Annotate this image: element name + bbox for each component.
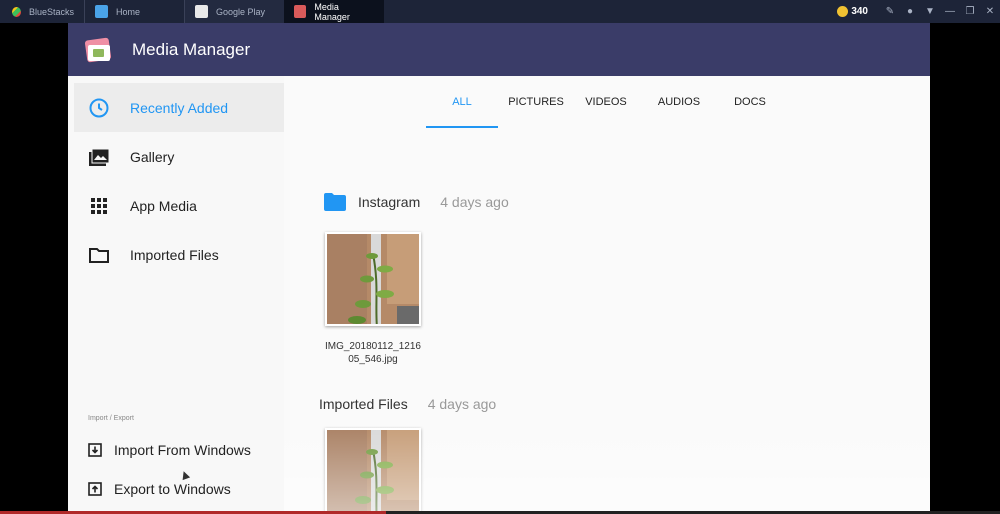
tab-all[interactable]: ALL (442, 96, 482, 108)
bluestacks-brand: BlueStacks (0, 0, 84, 23)
tab-google-play-label: Google Play (216, 6, 266, 17)
sidebar-item-label: App Media (130, 197, 197, 214)
group-date: 4 days ago (440, 194, 509, 210)
tab-home-label: Home (116, 6, 141, 17)
folder-icon (324, 193, 346, 211)
media-manager-tab-icon (294, 5, 307, 18)
home-icon (95, 5, 108, 18)
key-icon[interactable]: ✎ (880, 6, 900, 17)
gallery-icon (88, 146, 110, 168)
group-name: Instagram (358, 194, 421, 210)
sidebar: Recently Added Gallery App Media Importe… (68, 76, 284, 514)
content-area: ALL PICTURES VIDEOS AUDIOS DOCS Instagra… (284, 76, 930, 514)
app-title: Media Manager (132, 39, 251, 59)
group-header-imported-files: Imported Files 4 days ago (319, 396, 496, 412)
media-manager-app: Media Manager Recently Added Gallery App… (68, 23, 930, 514)
plant-photo (327, 430, 419, 514)
bluestacks-logo-icon (12, 6, 21, 17)
app-bar: Media Manager (68, 23, 930, 76)
minimize-button[interactable]: — (940, 6, 960, 17)
group-date: 4 days ago (427, 396, 497, 412)
grid-icon (88, 195, 110, 217)
tab-audios[interactable]: AUDIOS (654, 96, 704, 108)
menu-dropdown-icon[interactable]: ▼ (920, 6, 940, 17)
import-icon (88, 443, 102, 457)
group-header-instagram: Instagram 4 days ago (324, 193, 509, 211)
content-tabs: ALL PICTURES VIDEOS AUDIOS DOCS (284, 76, 930, 128)
sidebar-item-label: Recently Added (130, 99, 229, 116)
tab-google-play[interactable]: Google Play (184, 0, 284, 23)
group-name: Imported Files (319, 396, 408, 412)
caption-line-2: 05_546.jpg (348, 354, 398, 365)
sidebar-item-gallery[interactable]: Gallery (74, 132, 284, 181)
plant-photo (327, 234, 419, 324)
sidebar-item-app-media[interactable]: App Media (74, 181, 284, 230)
import-label: Import From Windows (114, 442, 251, 458)
thumbnail-caption: IMG_20180112_1216 05_546.jpg (313, 340, 433, 366)
tab-pictures[interactable]: PICTURES (506, 96, 566, 108)
restore-button[interactable]: ❐ (960, 6, 980, 17)
folder-icon (88, 244, 110, 266)
tab-media-manager-label: Media Manager (314, 1, 350, 22)
window-controls: 340 ✎ ● ▼ — ❐ ✕ (837, 0, 1000, 23)
tab-home[interactable]: Home (84, 0, 184, 23)
import-from-windows-button[interactable]: Import From Windows (68, 432, 284, 468)
tab-docs[interactable]: DOCS (730, 96, 770, 108)
sidebar-item-label: Gallery (130, 148, 175, 165)
tab-media-manager[interactable]: Media Manager (284, 0, 384, 23)
sidebar-item-label: Imported Files (130, 246, 219, 263)
active-tab-indicator (426, 126, 498, 128)
account-icon[interactable]: ● (900, 6, 920, 17)
bluestacks-title-bar: BlueStacks Home Google Play Media Manage… (0, 0, 1000, 23)
sidebar-item-recently-added[interactable]: Recently Added (74, 83, 284, 132)
export-icon (88, 482, 102, 496)
media-thumbnail[interactable] (325, 232, 421, 326)
import-export-section-label: Import / Export (88, 415, 134, 422)
export-to-windows-button[interactable]: Export to Windows (68, 471, 284, 507)
export-label: Export to Windows (114, 481, 231, 497)
sidebar-item-imported-files[interactable]: Imported Files (74, 230, 284, 279)
coin-count: 340 (851, 6, 868, 17)
clock-icon (88, 97, 110, 119)
caption-line-1: IMG_20180112_1216 (324, 341, 421, 352)
tab-videos[interactable]: VIDEOS (582, 96, 630, 108)
google-play-icon (195, 5, 208, 18)
coin-icon (837, 6, 849, 17)
close-button[interactable]: ✕ (980, 6, 1000, 17)
media-manager-logo-icon (83, 35, 113, 65)
media-thumbnail[interactable] (325, 428, 421, 514)
brand-label: BlueStacks (28, 6, 74, 17)
